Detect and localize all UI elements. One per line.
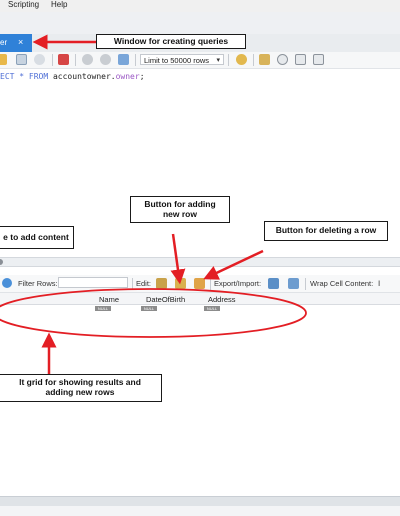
wrap-cell-label: Wrap Cell Content: <box>310 279 374 288</box>
filter-rows-input[interactable] <box>58 277 128 288</box>
splitter-handle[interactable] <box>0 259 3 265</box>
toolbar-separator <box>305 278 306 290</box>
add-row-icon[interactable] <box>175 278 186 289</box>
query-tab[interactable]: er × <box>0 34 32 52</box>
column-header-dateofbirth[interactable]: DateOfBirth <box>146 295 185 304</box>
sql-keywords: ECT * FROM <box>0 72 53 81</box>
commit-icon[interactable] <box>82 54 93 65</box>
column-header-address[interactable]: Address <box>208 295 236 304</box>
filter-rows-label: Filter Rows: <box>18 279 58 288</box>
autocommit-icon[interactable] <box>118 54 129 65</box>
stop-icon[interactable] <box>34 54 45 65</box>
menu-bar: Scripting Help <box>0 0 400 12</box>
grid-header: Name DateOfBirth Address <box>0 293 400 305</box>
menu-scripting[interactable]: Scripting <box>8 0 39 9</box>
edit-label: Edit: <box>136 279 152 288</box>
close-icon[interactable]: × <box>18 37 23 47</box>
sql-table: owner <box>115 72 140 81</box>
chevron-down-icon: ▾ <box>216 57 220 64</box>
invisible-chars-icon[interactable] <box>295 54 306 65</box>
null-cell-dateofbirth[interactable]: NULL <box>141 306 157 311</box>
callout-window-note: Window for creating queries <box>96 34 246 49</box>
execute-icon[interactable] <box>0 54 7 65</box>
sql-terminator: ; <box>139 72 145 81</box>
search-icon[interactable] <box>277 54 288 65</box>
column-header-name[interactable]: Name <box>99 295 119 304</box>
beautify-icon[interactable] <box>236 54 247 65</box>
editor-results-splitter[interactable] <box>0 257 400 267</box>
toolbar-separator <box>52 54 53 66</box>
toolbar-separator <box>253 54 254 66</box>
edit-cell-icon[interactable] <box>156 278 167 289</box>
toolbar-separator <box>210 278 211 290</box>
broom-icon[interactable] <box>259 54 270 65</box>
toolbar-separator <box>228 54 229 66</box>
callout-delete-row-note: Button for deleting a row <box>264 221 388 241</box>
wrap-cell-icon[interactable]: Ⅰ <box>378 279 380 288</box>
results-toolbar: Filter Rows: Edit: Export/Import: Wrap C… <box>0 275 400 293</box>
callout-add-row-note: Button for adding new row <box>130 196 230 223</box>
workspace-band <box>0 12 400 34</box>
sql-schema: accountowner. <box>52 72 116 81</box>
delete-row-icon[interactable] <box>194 278 205 289</box>
export-import-label: Export/Import: <box>214 279 262 288</box>
limit-rows-select[interactable]: Limit to 50000 rows ▾ <box>140 54 224 65</box>
rollback-icon[interactable] <box>100 54 111 65</box>
null-cell-name[interactable]: NULL <box>95 306 111 311</box>
refresh-icon[interactable] <box>2 278 12 288</box>
null-cell-address[interactable]: NULL <box>204 306 220 311</box>
toggle-error-icon[interactable] <box>58 54 69 65</box>
toolbar-separator <box>135 54 136 66</box>
explain-icon[interactable] <box>16 54 27 65</box>
limit-rows-value: Limit to 50000 rows <box>144 56 210 65</box>
toolbar-separator <box>75 54 76 66</box>
export-icon[interactable] <box>268 278 279 289</box>
query-tab-label: er <box>0 38 8 47</box>
import-icon[interactable] <box>288 278 299 289</box>
sql-query-line: ECT * FROM accountowner.owner; <box>0 72 145 81</box>
callout-grid-note: lt grid for showing results and adding n… <box>0 374 162 402</box>
menu-help[interactable]: Help <box>51 0 67 9</box>
bottom-panel <box>0 506 400 516</box>
word-wrap-icon[interactable] <box>313 54 324 65</box>
callout-editor-note: e to add content <box>0 226 74 249</box>
toolbar-separator <box>132 278 133 290</box>
